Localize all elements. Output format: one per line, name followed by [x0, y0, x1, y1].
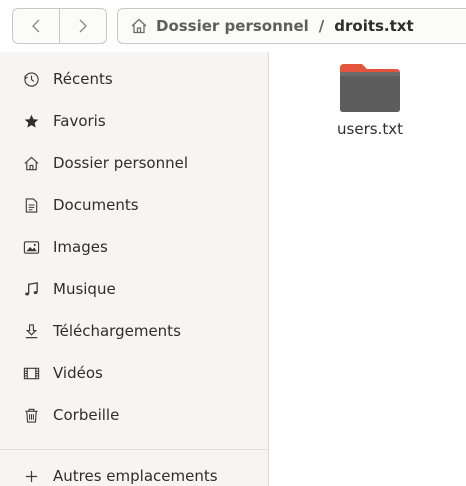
sidebar-item-label: Images: [53, 238, 108, 256]
sidebar-item-label: Autres emplacements: [53, 467, 218, 485]
image-icon: [22, 238, 40, 256]
chevron-left-icon: [32, 19, 40, 33]
sidebar-item-label: Musique: [53, 280, 116, 298]
sidebar-item-images[interactable]: Images: [0, 228, 269, 266]
sidebar-item-home[interactable]: Dossier personnel: [0, 144, 269, 182]
sidebar-item-autres-emplacements[interactable]: Autres emplacements: [0, 457, 269, 486]
sidebar-item-label: Documents: [53, 196, 139, 214]
sidebar-item-favoris[interactable]: Favoris: [0, 102, 269, 140]
sidebar-item-label: Dossier personnel: [53, 154, 189, 172]
navigation-buttons: [12, 8, 107, 44]
sidebar-item-videos[interactable]: Vidéos: [0, 354, 269, 392]
sidebar-item-label: Vidéos: [53, 364, 103, 382]
breadcrumb-home[interactable]: Dossier personnel: [156, 17, 309, 35]
star-icon: [22, 112, 40, 130]
document-icon: [22, 196, 40, 214]
file-item[interactable]: users.txt: [320, 62, 420, 152]
plus-icon: [22, 467, 40, 485]
header-bar: Dossier personnel / droits.txt: [0, 0, 466, 52]
sidebar-item-recents[interactable]: Récents: [0, 60, 269, 98]
home-icon: [131, 18, 147, 34]
sidebar-divider: [0, 449, 269, 450]
file-view: users.txt: [270, 52, 466, 486]
sidebar-item-telechargements[interactable]: Téléchargements: [0, 312, 269, 350]
sidebar-item-musique[interactable]: Musique: [0, 270, 269, 308]
video-icon: [22, 364, 40, 382]
sidebar-item-corbeille[interactable]: Corbeille: [0, 396, 269, 434]
file-manager-window: Dossier personnel / droits.txt Récents F…: [0, 0, 466, 486]
sidebar-item-documents[interactable]: Documents: [0, 186, 269, 224]
sidebar-item-label: Favoris: [53, 112, 106, 130]
trash-icon: [22, 406, 40, 424]
file-name: users.txt: [337, 120, 403, 138]
download-icon: [22, 322, 40, 340]
clock-icon: [22, 70, 40, 88]
folder-icon: [340, 64, 400, 112]
chevron-right-icon: [79, 19, 87, 33]
breadcrumb-separator: /: [318, 17, 325, 35]
sidebar-item-label: Téléchargements: [53, 322, 181, 340]
breadcrumb-current[interactable]: droits.txt: [334, 17, 413, 35]
sidebar: Récents Favoris Dossier personnel Docume…: [0, 52, 269, 486]
forward-button[interactable]: [59, 9, 106, 43]
sidebar-item-label: Corbeille: [53, 406, 120, 424]
home-icon: [22, 154, 40, 172]
breadcrumb: Dossier personnel / droits.txt: [117, 8, 466, 44]
back-button[interactable]: [13, 9, 59, 43]
music-icon: [22, 280, 40, 298]
sidebar-item-label: Récents: [53, 70, 113, 88]
